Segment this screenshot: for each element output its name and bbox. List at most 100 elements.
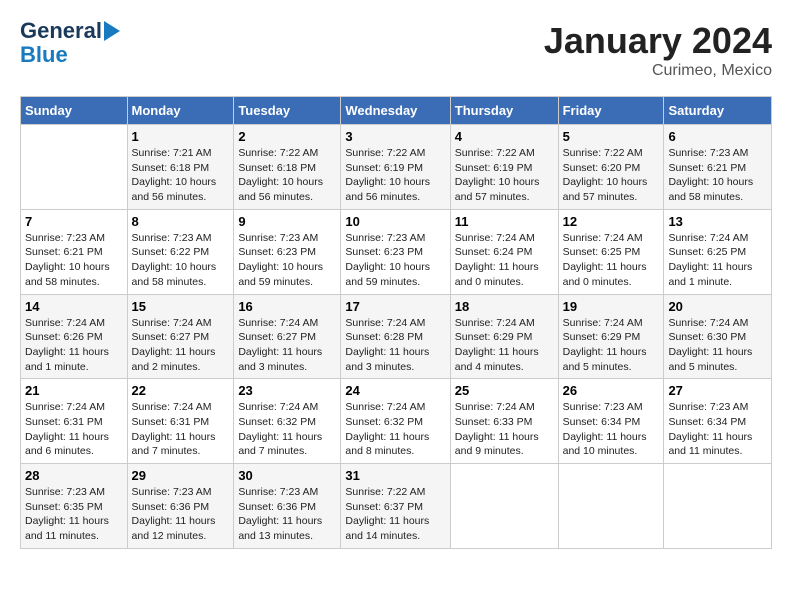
- day-number: 24: [345, 383, 445, 398]
- day-cell: 2 Sunrise: 7:22 AMSunset: 6:18 PMDayligh…: [234, 125, 341, 210]
- day-number: 22: [132, 383, 230, 398]
- day-cell: 23 Sunrise: 7:24 AMSunset: 6:32 PMDaylig…: [234, 379, 341, 464]
- day-number: 6: [668, 129, 767, 144]
- header-tuesday: Tuesday: [234, 97, 341, 125]
- day-info: Sunrise: 7:23 AMSunset: 6:23 PMDaylight:…: [238, 231, 336, 290]
- day-number: 18: [455, 299, 554, 314]
- header-friday: Friday: [558, 97, 664, 125]
- day-number: 23: [238, 383, 336, 398]
- day-cell: 28 Sunrise: 7:23 AMSunset: 6:35 PMDaylig…: [21, 464, 128, 549]
- day-info: Sunrise: 7:24 AMSunset: 6:33 PMDaylight:…: [455, 400, 554, 459]
- day-number: 5: [563, 129, 660, 144]
- calendar-table: SundayMondayTuesdayWednesdayThursdayFrid…: [20, 96, 772, 549]
- day-number: 10: [345, 214, 445, 229]
- day-cell: 24 Sunrise: 7:24 AMSunset: 6:32 PMDaylig…: [341, 379, 450, 464]
- day-info: Sunrise: 7:24 AMSunset: 6:30 PMDaylight:…: [668, 316, 767, 375]
- header-saturday: Saturday: [664, 97, 772, 125]
- day-info: Sunrise: 7:24 AMSunset: 6:32 PMDaylight:…: [238, 400, 336, 459]
- day-info: Sunrise: 7:22 AMSunset: 6:19 PMDaylight:…: [345, 146, 445, 205]
- week-row-4: 21 Sunrise: 7:24 AMSunset: 6:31 PMDaylig…: [21, 379, 772, 464]
- header-thursday: Thursday: [450, 97, 558, 125]
- day-number: 2: [238, 129, 336, 144]
- week-row-2: 7 Sunrise: 7:23 AMSunset: 6:21 PMDayligh…: [21, 209, 772, 294]
- day-info: Sunrise: 7:24 AMSunset: 6:25 PMDaylight:…: [563, 231, 660, 290]
- day-info: Sunrise: 7:23 AMSunset: 6:34 PMDaylight:…: [563, 400, 660, 459]
- day-cell: 4 Sunrise: 7:22 AMSunset: 6:19 PMDayligh…: [450, 125, 558, 210]
- day-cell: 17 Sunrise: 7:24 AMSunset: 6:28 PMDaylig…: [341, 294, 450, 379]
- day-cell: [21, 125, 128, 210]
- day-number: 3: [345, 129, 445, 144]
- day-number: 16: [238, 299, 336, 314]
- day-number: 27: [668, 383, 767, 398]
- day-info: Sunrise: 7:22 AMSunset: 6:19 PMDaylight:…: [455, 146, 554, 205]
- day-info: Sunrise: 7:23 AMSunset: 6:23 PMDaylight:…: [345, 231, 445, 290]
- day-number: 13: [668, 214, 767, 229]
- week-row-5: 28 Sunrise: 7:23 AMSunset: 6:35 PMDaylig…: [21, 464, 772, 549]
- day-number: 7: [25, 214, 123, 229]
- title-area: January 2024 Curimeo, Mexico: [544, 20, 772, 80]
- day-cell: 11 Sunrise: 7:24 AMSunset: 6:24 PMDaylig…: [450, 209, 558, 294]
- day-info: Sunrise: 7:24 AMSunset: 6:31 PMDaylight:…: [132, 400, 230, 459]
- day-info: Sunrise: 7:24 AMSunset: 6:31 PMDaylight:…: [25, 400, 123, 459]
- day-number: 11: [455, 214, 554, 229]
- day-number: 14: [25, 299, 123, 314]
- day-info: Sunrise: 7:21 AMSunset: 6:18 PMDaylight:…: [132, 146, 230, 205]
- calendar-body: 1 Sunrise: 7:21 AMSunset: 6:18 PMDayligh…: [21, 125, 772, 549]
- day-number: 12: [563, 214, 660, 229]
- day-cell: 31 Sunrise: 7:22 AMSunset: 6:37 PMDaylig…: [341, 464, 450, 549]
- location-subtitle: Curimeo, Mexico: [544, 62, 772, 80]
- day-info: Sunrise: 7:22 AMSunset: 6:37 PMDaylight:…: [345, 485, 445, 544]
- day-info: Sunrise: 7:24 AMSunset: 6:27 PMDaylight:…: [132, 316, 230, 375]
- day-cell: 8 Sunrise: 7:23 AMSunset: 6:22 PMDayligh…: [127, 209, 234, 294]
- calendar-header-row: SundayMondayTuesdayWednesdayThursdayFrid…: [21, 97, 772, 125]
- day-cell: 15 Sunrise: 7:24 AMSunset: 6:27 PMDaylig…: [127, 294, 234, 379]
- day-info: Sunrise: 7:24 AMSunset: 6:28 PMDaylight:…: [345, 316, 445, 375]
- day-cell: 3 Sunrise: 7:22 AMSunset: 6:19 PMDayligh…: [341, 125, 450, 210]
- day-cell: 18 Sunrise: 7:24 AMSunset: 6:29 PMDaylig…: [450, 294, 558, 379]
- day-cell: 27 Sunrise: 7:23 AMSunset: 6:34 PMDaylig…: [664, 379, 772, 464]
- day-info: Sunrise: 7:23 AMSunset: 6:36 PMDaylight:…: [238, 485, 336, 544]
- day-cell: 6 Sunrise: 7:23 AMSunset: 6:21 PMDayligh…: [664, 125, 772, 210]
- day-cell: 9 Sunrise: 7:23 AMSunset: 6:23 PMDayligh…: [234, 209, 341, 294]
- week-row-3: 14 Sunrise: 7:24 AMSunset: 6:26 PMDaylig…: [21, 294, 772, 379]
- day-number: 21: [25, 383, 123, 398]
- day-cell: 21 Sunrise: 7:24 AMSunset: 6:31 PMDaylig…: [21, 379, 128, 464]
- day-cell: 25 Sunrise: 7:24 AMSunset: 6:33 PMDaylig…: [450, 379, 558, 464]
- day-info: Sunrise: 7:24 AMSunset: 6:29 PMDaylight:…: [455, 316, 554, 375]
- day-number: 25: [455, 383, 554, 398]
- day-info: Sunrise: 7:22 AMSunset: 6:20 PMDaylight:…: [563, 146, 660, 205]
- day-number: 30: [238, 468, 336, 483]
- day-cell: 16 Sunrise: 7:24 AMSunset: 6:27 PMDaylig…: [234, 294, 341, 379]
- day-info: Sunrise: 7:24 AMSunset: 6:25 PMDaylight:…: [668, 231, 767, 290]
- day-cell: 10 Sunrise: 7:23 AMSunset: 6:23 PMDaylig…: [341, 209, 450, 294]
- day-number: 29: [132, 468, 230, 483]
- day-cell: 1 Sunrise: 7:21 AMSunset: 6:18 PMDayligh…: [127, 125, 234, 210]
- day-cell: 12 Sunrise: 7:24 AMSunset: 6:25 PMDaylig…: [558, 209, 664, 294]
- day-number: 26: [563, 383, 660, 398]
- day-number: 15: [132, 299, 230, 314]
- day-cell: 29 Sunrise: 7:23 AMSunset: 6:36 PMDaylig…: [127, 464, 234, 549]
- day-number: 31: [345, 468, 445, 483]
- day-info: Sunrise: 7:23 AMSunset: 6:35 PMDaylight:…: [25, 485, 123, 544]
- day-info: Sunrise: 7:24 AMSunset: 6:24 PMDaylight:…: [455, 231, 554, 290]
- day-info: Sunrise: 7:23 AMSunset: 6:21 PMDaylight:…: [25, 231, 123, 290]
- day-cell: 19 Sunrise: 7:24 AMSunset: 6:29 PMDaylig…: [558, 294, 664, 379]
- day-info: Sunrise: 7:23 AMSunset: 6:21 PMDaylight:…: [668, 146, 767, 205]
- day-info: Sunrise: 7:24 AMSunset: 6:27 PMDaylight:…: [238, 316, 336, 375]
- day-cell: 26 Sunrise: 7:23 AMSunset: 6:34 PMDaylig…: [558, 379, 664, 464]
- week-row-1: 1 Sunrise: 7:21 AMSunset: 6:18 PMDayligh…: [21, 125, 772, 210]
- page-header: General Blue January 2024 Curimeo, Mexic…: [20, 20, 772, 80]
- day-cell: 14 Sunrise: 7:24 AMSunset: 6:26 PMDaylig…: [21, 294, 128, 379]
- day-info: Sunrise: 7:24 AMSunset: 6:32 PMDaylight:…: [345, 400, 445, 459]
- day-number: 1: [132, 129, 230, 144]
- logo-arrow-icon: [104, 21, 120, 41]
- day-info: Sunrise: 7:22 AMSunset: 6:18 PMDaylight:…: [238, 146, 336, 205]
- day-cell: [450, 464, 558, 549]
- day-info: Sunrise: 7:24 AMSunset: 6:29 PMDaylight:…: [563, 316, 660, 375]
- day-number: 9: [238, 214, 336, 229]
- day-info: Sunrise: 7:23 AMSunset: 6:22 PMDaylight:…: [132, 231, 230, 290]
- day-cell: [664, 464, 772, 549]
- month-title: January 2024: [544, 20, 772, 62]
- day-cell: 30 Sunrise: 7:23 AMSunset: 6:36 PMDaylig…: [234, 464, 341, 549]
- day-number: 17: [345, 299, 445, 314]
